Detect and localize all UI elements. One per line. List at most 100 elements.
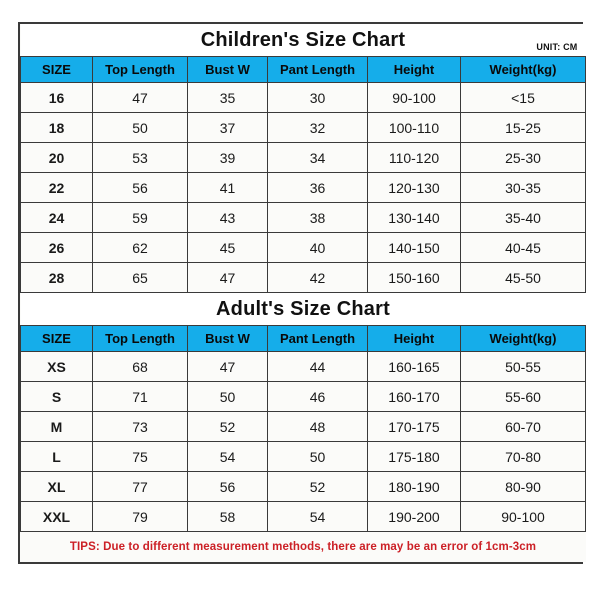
cell-height: 110-120 bbox=[367, 142, 461, 173]
cell-size: 18 bbox=[20, 112, 93, 143]
cell-size: XXL bbox=[20, 501, 93, 532]
adult-col-bust-w: Bust W bbox=[187, 325, 268, 352]
cell-top-length: 47 bbox=[92, 82, 188, 113]
cell-top-length: 71 bbox=[92, 381, 188, 412]
cell-weight: 30-35 bbox=[460, 172, 586, 203]
cell-size: 28 bbox=[20, 262, 93, 293]
cell-bust-w: 35 bbox=[187, 82, 268, 113]
children-col-weight: Weight(kg) bbox=[460, 56, 586, 83]
children-header-row: SIZE Top Length Bust W Pant Length Heigh… bbox=[20, 56, 586, 83]
cell-top-length: 73 bbox=[92, 411, 188, 442]
cell-height: 175-180 bbox=[367, 441, 461, 472]
cell-weight: <15 bbox=[460, 82, 586, 113]
cell-size: M bbox=[20, 411, 93, 442]
table-row: 26 62 45 40 140-150 40-45 bbox=[20, 232, 586, 263]
cell-weight: 15-25 bbox=[460, 112, 586, 143]
cell-weight: 70-80 bbox=[460, 441, 586, 472]
table-row: XXL 79 58 54 190-200 90-100 bbox=[20, 501, 586, 532]
table-row: 16 47 35 30 90-100 <15 bbox=[20, 82, 586, 113]
cell-top-length: 65 bbox=[92, 262, 188, 293]
cell-bust-w: 50 bbox=[187, 381, 268, 412]
cell-size: 16 bbox=[20, 82, 93, 113]
cell-bust-w: 43 bbox=[187, 202, 268, 233]
cell-bust-w: 47 bbox=[187, 262, 268, 293]
cell-height: 130-140 bbox=[367, 202, 461, 233]
cell-top-length: 62 bbox=[92, 232, 188, 263]
cell-top-length: 50 bbox=[92, 112, 188, 143]
cell-bust-w: 37 bbox=[187, 112, 268, 143]
cell-size: L bbox=[20, 441, 93, 472]
cell-top-length: 59 bbox=[92, 202, 188, 233]
cell-bust-w: 56 bbox=[187, 471, 268, 502]
cell-pant-length: 30 bbox=[267, 82, 368, 113]
cell-weight: 25-30 bbox=[460, 142, 586, 173]
cell-weight: 60-70 bbox=[460, 411, 586, 442]
size-chart-container: Children's Size Chart UNIT: CM SIZE Top … bbox=[18, 22, 586, 564]
cell-height: 150-160 bbox=[367, 262, 461, 293]
children-col-height: Height bbox=[367, 56, 461, 83]
cell-weight: 55-60 bbox=[460, 381, 586, 412]
cell-pant-length: 46 bbox=[267, 381, 368, 412]
adult-col-height: Height bbox=[367, 325, 461, 352]
tips-cell: TIPS: Due to different measurement metho… bbox=[20, 531, 586, 562]
children-col-size: SIZE bbox=[20, 56, 93, 83]
cell-size: S bbox=[20, 381, 93, 412]
children-title-row: Children's Size Chart UNIT: CM bbox=[20, 24, 586, 57]
cell-height: 160-170 bbox=[367, 381, 461, 412]
adult-col-top-length: Top Length bbox=[92, 325, 188, 352]
adult-col-size: SIZE bbox=[20, 325, 93, 352]
table-row: S 71 50 46 160-170 55-60 bbox=[20, 381, 586, 412]
cell-size: XS bbox=[20, 351, 93, 382]
cell-bust-w: 39 bbox=[187, 142, 268, 173]
adult-chart-title: Adult's Size Chart bbox=[216, 298, 390, 320]
cell-size: 20 bbox=[20, 142, 93, 173]
cell-weight: 50-55 bbox=[460, 351, 586, 382]
cell-weight: 80-90 bbox=[460, 471, 586, 502]
tips-note: TIPS: Due to different measurement metho… bbox=[69, 541, 537, 553]
cell-top-length: 75 bbox=[92, 441, 188, 472]
cell-height: 180-190 bbox=[367, 471, 461, 502]
cell-pant-length: 42 bbox=[267, 262, 368, 293]
cell-pant-length: 34 bbox=[267, 142, 368, 173]
children-col-bust-w: Bust W bbox=[187, 56, 268, 83]
cell-height: 160-165 bbox=[367, 351, 461, 382]
cell-pant-length: 48 bbox=[267, 411, 368, 442]
cell-bust-w: 41 bbox=[187, 172, 268, 203]
table-row: M 73 52 48 170-175 60-70 bbox=[20, 411, 586, 442]
cell-size: 24 bbox=[20, 202, 93, 233]
cell-top-length: 53 bbox=[92, 142, 188, 173]
cell-pant-length: 32 bbox=[267, 112, 368, 143]
children-chart-title: Children's Size Chart bbox=[200, 29, 406, 51]
cell-size: 26 bbox=[20, 232, 93, 263]
cell-size: XL bbox=[20, 471, 93, 502]
children-col-pant-length: Pant Length bbox=[267, 56, 368, 83]
cell-pant-length: 52 bbox=[267, 471, 368, 502]
adult-title-cell: Adult's Size Chart bbox=[20, 292, 586, 326]
unit-label: UNIT: CM bbox=[536, 42, 578, 52]
cell-size: 22 bbox=[20, 172, 93, 203]
cell-pant-length: 38 bbox=[267, 202, 368, 233]
cell-height: 120-130 bbox=[367, 172, 461, 203]
cell-pant-length: 36 bbox=[267, 172, 368, 203]
table-row: L 75 54 50 175-180 70-80 bbox=[20, 441, 586, 472]
children-title-cell: Children's Size Chart UNIT: CM bbox=[20, 24, 586, 57]
adult-header-row: SIZE Top Length Bust W Pant Length Heigh… bbox=[20, 325, 586, 352]
cell-bust-w: 45 bbox=[187, 232, 268, 263]
cell-height: 140-150 bbox=[367, 232, 461, 263]
cell-pant-length: 50 bbox=[267, 441, 368, 472]
cell-top-length: 68 bbox=[92, 351, 188, 382]
size-chart-page: Children's Size Chart UNIT: CM SIZE Top … bbox=[0, 0, 600, 600]
cell-weight: 45-50 bbox=[460, 262, 586, 293]
cell-top-length: 77 bbox=[92, 471, 188, 502]
table-row: 28 65 47 42 150-160 45-50 bbox=[20, 262, 586, 293]
cell-height: 190-200 bbox=[367, 501, 461, 532]
table-row: 24 59 43 38 130-140 35-40 bbox=[20, 202, 586, 233]
tips-row: TIPS: Due to different measurement metho… bbox=[20, 531, 586, 562]
cell-pant-length: 54 bbox=[267, 501, 368, 532]
cell-height: 170-175 bbox=[367, 411, 461, 442]
cell-height: 100-110 bbox=[367, 112, 461, 143]
cell-pant-length: 44 bbox=[267, 351, 368, 382]
table-row: 22 56 41 36 120-130 30-35 bbox=[20, 172, 586, 203]
cell-pant-length: 40 bbox=[267, 232, 368, 263]
cell-top-length: 56 bbox=[92, 172, 188, 203]
